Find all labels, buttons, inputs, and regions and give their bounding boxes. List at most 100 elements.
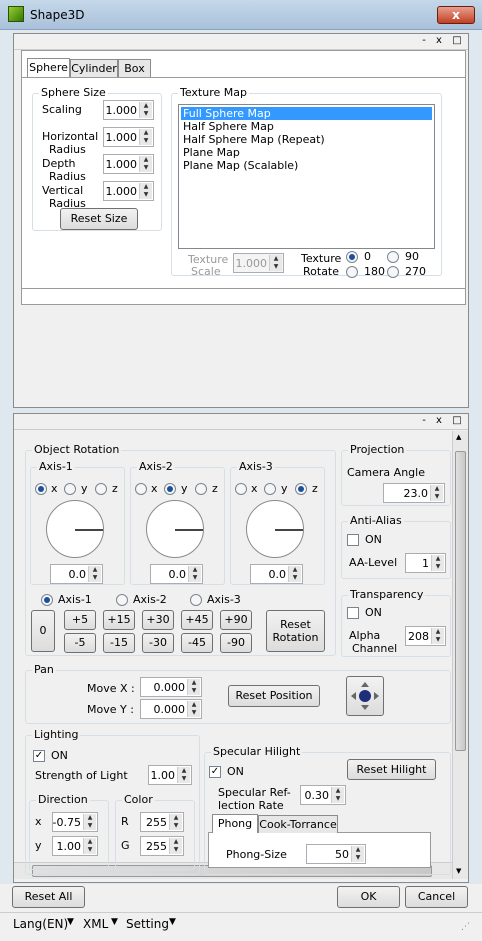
spinner-arrows-icon[interactable]: ▲ ▼ xyxy=(431,628,444,644)
scroll-down-icon[interactable]: ▼ xyxy=(456,867,461,875)
panel-maximize-icon[interactable]: □ xyxy=(451,35,463,46)
spinner-arrows-icon[interactable]: ▲ ▼ xyxy=(331,787,344,803)
lang-dropdown-icon[interactable]: ▼ xyxy=(67,917,74,927)
rotate-plus90-button[interactable]: +90 xyxy=(220,610,252,630)
rotate-minus15-button[interactable]: -15 xyxy=(103,633,135,653)
panel-close-icon[interactable]: x xyxy=(433,415,445,426)
reset-size-button[interactable]: Reset Size xyxy=(60,208,138,230)
spinner-arrows-icon[interactable]: ▲ ▼ xyxy=(187,701,200,717)
rotate-plus5-button[interactable]: +5 xyxy=(64,610,96,630)
spinner-arrows-icon[interactable]: ▲ ▼ xyxy=(288,566,301,582)
tab-phong[interactable]: Phong xyxy=(212,814,258,833)
rotate-minus5-button[interactable]: -5 xyxy=(64,633,96,653)
axis3-spinner[interactable]: 0.0 ▲ ▼ xyxy=(250,564,303,584)
rotate-270-radio[interactable] xyxy=(387,266,399,278)
reset-all-button[interactable]: Reset All xyxy=(12,886,85,908)
alpha-spinner[interactable]: 208 ▲ ▼ xyxy=(405,626,446,646)
rotate-plus45-button[interactable]: +45 xyxy=(181,610,213,630)
axis3-z-radio[interactable] xyxy=(295,483,307,495)
ok-button[interactable]: OK xyxy=(337,886,400,908)
panel-minimize-icon[interactable]: - xyxy=(418,415,430,426)
strength-spinner[interactable]: 1.00 ▲ ▼ xyxy=(148,765,192,785)
axis2-spinner[interactable]: 0.0 ▲ ▼ xyxy=(150,564,203,584)
rotate-minus90-button[interactable]: -90 xyxy=(220,633,252,653)
camera-angle-spinner[interactable]: 23.0 ▲ ▼ xyxy=(383,483,445,503)
menu-lang[interactable]: Lang(EN) xyxy=(13,917,68,931)
specular-checkbox[interactable]: ✓ xyxy=(209,766,221,778)
texture-item-plane-scalable[interactable]: Plane Map (Scalable) xyxy=(181,159,300,172)
vertical-scrollbar[interactable]: ▲ ▼ xyxy=(452,431,468,879)
axis3-dial[interactable] xyxy=(246,500,304,558)
texture-item-plane[interactable]: Plane Map xyxy=(181,146,242,159)
axis1-dial[interactable] xyxy=(46,500,104,558)
spinner-arrows-icon[interactable]: ▲ ▼ xyxy=(351,846,364,862)
spinner-arrows-icon[interactable]: ▲ ▼ xyxy=(188,566,201,582)
lighting-checkbox[interactable]: ✓ xyxy=(33,750,45,762)
scroll-up-icon[interactable]: ▲ xyxy=(456,433,461,441)
panel-close-icon[interactable]: x xyxy=(433,35,445,46)
scaling-spinner[interactable]: 1.000 ▲ ▼ xyxy=(103,100,154,120)
pan-move-button[interactable] xyxy=(346,676,384,716)
axis1-y-radio[interactable] xyxy=(64,483,76,495)
axis-choice-3-radio[interactable] xyxy=(190,594,202,606)
spinner-arrows-icon[interactable]: ▲ ▼ xyxy=(83,838,96,854)
axis-choice-2-radio[interactable] xyxy=(116,594,128,606)
xml-dropdown-icon[interactable]: ▼ xyxy=(111,917,118,927)
scrollbar-thumb[interactable] xyxy=(455,451,466,751)
texture-item-full-sphere[interactable]: Full Sphere Map xyxy=(181,107,432,120)
color-g-spinner[interactable]: 255 ▲ ▼ xyxy=(140,836,184,856)
axis2-x-radio[interactable] xyxy=(135,483,147,495)
rotate-plus15-button[interactable]: +15 xyxy=(103,610,135,630)
spinner-arrows-icon[interactable]: ▲ ▼ xyxy=(431,555,444,571)
menu-setting[interactable]: Setting xyxy=(126,917,169,931)
spinner-arrows-icon[interactable]: ▲ ▼ xyxy=(187,679,200,695)
spinner-arrows-icon[interactable]: ▲ ▼ xyxy=(83,814,96,830)
menu-xml[interactable]: XML xyxy=(83,917,108,931)
panel-maximize-icon[interactable]: □ xyxy=(451,415,463,426)
axis2-z-radio[interactable] xyxy=(195,483,207,495)
vradius-spinner[interactable]: 1.000 ▲ ▼ xyxy=(103,181,154,201)
spinner-arrows-icon[interactable]: ▲ ▼ xyxy=(139,156,152,172)
direction-y-spinner[interactable]: 1.00 ▲ ▼ xyxy=(52,836,98,856)
spinner-arrows-icon[interactable]: ▲ ▼ xyxy=(88,566,101,582)
color-r-spinner[interactable]: 255 ▲ ▼ xyxy=(140,812,184,832)
depth-spinner[interactable]: 1.000 ▲ ▼ xyxy=(103,154,154,174)
spinner-arrows-icon[interactable]: ▲ ▼ xyxy=(139,102,152,118)
rotate-minus45-button[interactable]: -45 xyxy=(181,633,213,653)
reset-position-button[interactable]: Reset Position xyxy=(228,685,320,707)
axis1-spinner[interactable]: 0.0 ▲ ▼ xyxy=(50,564,103,584)
axis2-dial[interactable] xyxy=(146,500,204,558)
rotate-0-radio[interactable] xyxy=(346,251,358,263)
axis3-x-radio[interactable] xyxy=(235,483,247,495)
reset-rotation-button[interactable]: Reset Rotation xyxy=(266,610,325,652)
spinner-arrows-icon[interactable]: ▲ ▼ xyxy=(177,767,190,783)
panel-minimize-icon[interactable]: - xyxy=(418,35,430,46)
phong-size-spinner[interactable]: 50 ▲ ▼ xyxy=(306,844,366,864)
axis1-z-radio[interactable] xyxy=(95,483,107,495)
texture-map-list[interactable]: Full Sphere Map Half Sphere Map Half Sph… xyxy=(178,104,435,249)
hradius-spinner[interactable]: 1.000 ▲ ▼ xyxy=(103,127,154,147)
reset-hilight-button[interactable]: Reset Hilight xyxy=(347,759,436,780)
cancel-button[interactable]: Cancel xyxy=(405,886,468,908)
tab-cook-torrance[interactable]: Cook-Torrance xyxy=(258,815,338,833)
aa-level-spinner[interactable]: 1 ▲ ▼ xyxy=(405,553,446,573)
tab-box[interactable]: Box xyxy=(118,59,151,77)
spinner-arrows-icon[interactable]: ▲ ▼ xyxy=(139,129,152,145)
move-y-spinner[interactable]: 0.000 ▲ ▼ xyxy=(140,699,202,719)
transparency-checkbox[interactable] xyxy=(347,607,359,619)
spinner-arrows-icon[interactable]: ▲ ▼ xyxy=(169,838,182,854)
texture-item-half-sphere[interactable]: Half Sphere Map xyxy=(181,120,276,133)
axis-choice-1-radio[interactable] xyxy=(41,594,53,606)
resize-grip-icon[interactable]: ⋰ xyxy=(461,922,470,932)
rotate-90-radio[interactable] xyxy=(387,251,399,263)
axis1-x-radio[interactable] xyxy=(35,483,47,495)
spinner-arrows-icon[interactable]: ▲ ▼ xyxy=(430,485,443,501)
rotation-zero-button[interactable]: 0 xyxy=(31,610,55,652)
texture-item-half-sphere-repeat[interactable]: Half Sphere Map (Repeat) xyxy=(181,133,327,146)
axis3-y-radio[interactable] xyxy=(264,483,276,495)
direction-x-spinner[interactable]: -0.75 ▲ ▼ xyxy=(52,812,98,832)
rotate-minus30-button[interactable]: -30 xyxy=(142,633,174,653)
axis2-y-radio[interactable] xyxy=(164,483,176,495)
window-close-button[interactable]: x xyxy=(437,6,475,24)
tab-cylinder[interactable]: Cylinder xyxy=(70,59,118,77)
